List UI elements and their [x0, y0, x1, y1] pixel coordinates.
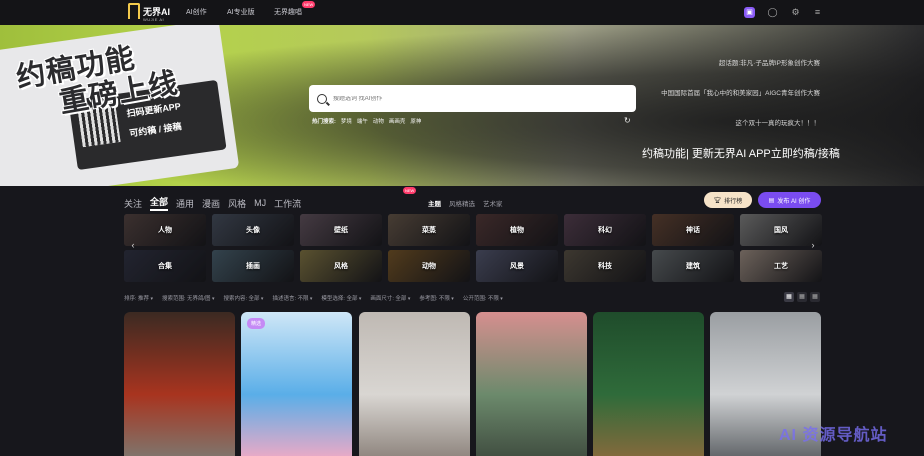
category-tile[interactable]: 科技 — [564, 250, 646, 282]
banner-notice-2[interactable]: 中国国际首届「我心中的和美家园」AIGC青年创作大赛 — [661, 87, 820, 97]
category-label: 动物 — [422, 263, 436, 270]
filter-dropdown[interactable]: 排序: 推荐 — [124, 294, 153, 302]
category-label: 合集 — [158, 263, 172, 270]
category-label: 壁纸 — [334, 227, 348, 234]
grid-small-icon[interactable]: ▦ — [810, 292, 820, 302]
filter-dropdown[interactable]: 搜索内容: 全部 — [223, 294, 263, 302]
category-tile[interactable]: 动物 — [388, 250, 470, 282]
nav-link-ai-pro[interactable]: AI专业版 — [227, 7, 255, 17]
tab-workflow[interactable]: 工作流 — [274, 197, 301, 210]
category-grid: 人物 头像 壁纸 菜蒸 植物 科幻 神话 国风合集 插画 风格 动物 风景 科技 建筑 工艺 — [124, 214, 822, 282]
subtab-theme[interactable]: 主题 — [428, 198, 441, 208]
document-icon: ▤ — [768, 197, 775, 204]
filter-dropdown[interactable]: 描述语言: 不限 — [272, 294, 312, 302]
logo-mark-icon — [128, 3, 140, 19]
category-tile[interactable]: 合集 — [124, 250, 206, 282]
grid-large-icon[interactable]: ▦ — [784, 292, 794, 302]
category-tile[interactable]: 头像 — [212, 214, 294, 246]
category-tile[interactable]: 工艺 — [740, 250, 822, 282]
tab-mj[interactable]: MJ — [254, 198, 266, 208]
tab-follow[interactable]: 关注 — [124, 197, 142, 210]
hot-search-term[interactable]: 梦境 — [341, 117, 352, 125]
category-label: 菜蒸 — [422, 227, 436, 234]
category-label: 神话 — [686, 227, 700, 234]
menu-icon[interactable]: ≡ — [812, 7, 823, 18]
category-label: 插画 — [246, 263, 260, 270]
logo-subtitle: WUJIE AI — [143, 17, 165, 22]
tab-style[interactable]: 风格 — [228, 197, 246, 210]
filter-dropdown[interactable]: 参考图: 不限 — [419, 294, 453, 302]
banner-notice-1[interactable]: 超话题:非凡·子品牌IP形象创作大赛 — [719, 57, 820, 67]
category-label: 风格 — [334, 263, 348, 270]
category-tabs: 关注 全部 通用 漫画 风格 MJ 工作流 NEW — [124, 187, 417, 211]
hot-search-term[interactable]: 端午 — [357, 117, 368, 125]
filter-dropdown[interactable]: 公开范围: 不限 — [463, 294, 503, 302]
nav-link-ai-create[interactable]: AI创作 — [186, 7, 207, 17]
category-tile[interactable]: 风格 — [300, 250, 382, 282]
subtab-style-pick[interactable]: 风格精选 — [449, 198, 475, 208]
watermark: AI 资源导航站 — [779, 427, 888, 444]
category-label: 科幻 — [598, 227, 612, 234]
category-tile[interactable]: 植物 — [476, 214, 558, 246]
nav-link-quchang[interactable]: 无界趣唱 — [274, 7, 302, 17]
gallery-card[interactable] — [593, 312, 704, 456]
category-label: 建筑 — [686, 263, 700, 270]
gallery-card[interactable] — [124, 312, 235, 456]
nav-new-badge: NEW — [302, 1, 316, 8]
subtab-artist[interactable]: 艺术家 — [483, 198, 503, 208]
settings-icon[interactable]: ⚙ — [790, 7, 801, 18]
workflow-new-badge: NEW — [403, 187, 417, 194]
category-label: 工艺 — [774, 263, 788, 270]
ticket-line-2: 可约稿 / 接稿 — [128, 121, 183, 139]
category-tile[interactable]: 建筑 — [652, 250, 734, 282]
tab-comic[interactable]: 漫画 — [202, 197, 220, 210]
hot-search-term[interactable]: 原神 — [410, 117, 421, 125]
search-input[interactable] — [333, 95, 623, 102]
banner-caption[interactable]: 约稿功能| 更新无界AI APP立即约稿/接稿 — [642, 145, 840, 161]
category-label: 风景 — [510, 263, 524, 270]
hot-search-term[interactable]: 画画壳 — [389, 117, 406, 125]
hot-search-row: 热门搜索: 梦境 端午 动物 画画壳 原神 — [312, 117, 421, 125]
carousel-prev-icon[interactable]: ‹ — [128, 240, 138, 250]
category-label: 植物 — [510, 227, 524, 234]
search-icon — [317, 93, 327, 104]
category-tile[interactable]: 风景 — [476, 250, 558, 282]
category-label: 科技 — [598, 263, 612, 270]
category-label: 国风 — [774, 227, 788, 234]
search-bar[interactable] — [309, 85, 636, 112]
category-tile[interactable]: 插画 — [212, 250, 294, 282]
hot-search-label: 热门搜索: — [312, 119, 336, 125]
category-tile[interactable]: 壁纸 — [300, 214, 382, 246]
site-logo[interactable]: 无界AI WUJIE AI — [128, 3, 171, 22]
leaderboard-button[interactable]: 🏆︎ 排行榜 — [704, 192, 752, 208]
publish-creation-button[interactable]: ▤ 发布 AI 创作 — [758, 192, 821, 208]
filter-dropdown[interactable]: 模型选择: 全部 — [321, 294, 361, 302]
filter-dropdown[interactable]: 搜索范围: 无界鸽/图 — [162, 294, 215, 302]
refresh-icon[interactable]: ↻ — [624, 116, 631, 125]
gallery-card[interactable] — [476, 312, 587, 456]
featured-badge: 精选 — [247, 318, 266, 329]
category-tile[interactable]: 神话 — [652, 214, 734, 246]
banner-notice-3[interactable]: 这个双十一真的玩疯大！！！ — [736, 117, 821, 127]
category-tile[interactable]: 科幻 — [564, 214, 646, 246]
category-label: 头像 — [246, 227, 260, 234]
logo-text: 无界AI — [143, 6, 171, 17]
filter-bar: 排序: 推荐 搜索范围: 无界鸽/图搜索内容: 全部 描述语言: 不限 模型选择: 全… — [124, 294, 503, 302]
gallery-card[interactable] — [359, 312, 470, 456]
tab-general[interactable]: 通用 — [176, 197, 194, 210]
notification-bell-icon[interactable]: ◯ — [767, 7, 778, 18]
membership-icon[interactable]: ▣ — [744, 7, 755, 18]
category-label: 人物 — [158, 227, 172, 234]
carousel-next-icon[interactable]: › — [808, 240, 818, 250]
filter-dropdown[interactable]: 画面尺寸: 全部 — [370, 294, 410, 302]
sub-tabs: 主题 风格精选 艺术家 — [428, 198, 503, 208]
tab-all[interactable]: 全部 — [150, 195, 169, 211]
category-tile[interactable]: 菜蒸 — [388, 214, 470, 246]
gallery-card[interactable]: 精选 — [241, 312, 352, 456]
hot-search-term[interactable]: 动物 — [373, 117, 384, 125]
grid-medium-icon[interactable]: ▦ — [797, 292, 807, 302]
view-toggle: ▦ ▦ ▦ — [784, 292, 820, 302]
top-nav: 无界AI WUJIE AI AI创作 AI专业版 无界趣唱 NEW ▣ ◯ ⚙ … — [0, 0, 924, 25]
trophy-icon: 🏆︎ — [713, 197, 722, 204]
